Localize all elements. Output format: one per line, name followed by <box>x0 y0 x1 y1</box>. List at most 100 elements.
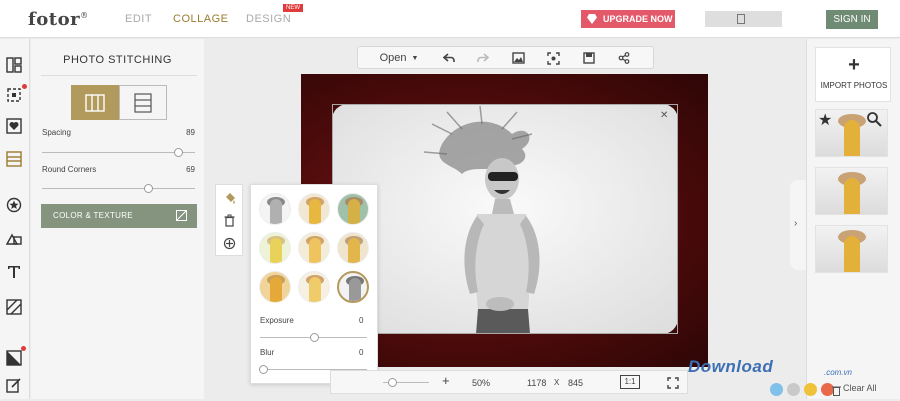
redo-icon[interactable] <box>476 51 490 65</box>
share-icon[interactable] <box>617 51 631 65</box>
background-pattern-icon[interactable] <box>5 298 23 316</box>
color-texture-button[interactable]: COLOR & TEXTURE <box>41 204 197 228</box>
canvas-toolbar: Open ▼ <box>357 46 654 69</box>
filter-thumb[interactable] <box>259 232 291 264</box>
photo-thumbnail[interactable]: ★ <box>815 109 888 157</box>
fotor-logo[interactable]: fotor® <box>28 9 89 30</box>
new-badge: NEW <box>283 4 303 12</box>
filter-thumb[interactable] <box>298 271 330 303</box>
collapse-right-panel[interactable]: › <box>790 180 806 270</box>
horizontal-rows-button[interactable] <box>119 85 167 120</box>
photo-thumbnail[interactable] <box>815 167 888 215</box>
notification-dot <box>22 84 27 89</box>
sign-in-button[interactable]: SIGN IN <box>826 10 878 29</box>
photo-thumbnail[interactable] <box>815 225 888 273</box>
text-icon[interactable] <box>5 263 23 281</box>
nav-edit[interactable]: EDIT <box>125 13 152 25</box>
blur-slider-knob[interactable] <box>259 365 269 374</box>
round-corners-slider-knob[interactable] <box>143 184 153 193</box>
open-label: Open <box>379 52 407 64</box>
filter-thumb[interactable] <box>337 193 369 225</box>
panel-title: PHOTO STITCHING <box>63 54 172 66</box>
spacing-slider[interactable] <box>42 148 195 157</box>
diamond-icon <box>587 14 597 24</box>
zoom-slider[interactable] <box>383 378 429 387</box>
upgrade-now-button[interactable]: UPGRADE NOW <box>581 10 675 28</box>
exposure-slider-knob[interactable] <box>309 333 319 342</box>
trash-icon[interactable] <box>832 383 841 401</box>
open-dropdown[interactable]: Open ▼ <box>376 51 422 65</box>
divider <box>41 75 197 76</box>
crosshair-icon[interactable] <box>223 237 236 255</box>
filter-thumb[interactable] <box>259 193 291 225</box>
nav-collage[interactable]: COLLAGE <box>173 13 228 25</box>
document-icon <box>737 14 745 24</box>
sticker-star-icon[interactable] <box>5 196 23 214</box>
round-corners-slider[interactable] <box>42 184 195 193</box>
exposure-slider[interactable] <box>260 333 367 342</box>
left-icon-bar <box>0 39 30 399</box>
exposure-value: 0 <box>359 316 364 325</box>
image-icon[interactable] <box>511 51 525 65</box>
color-dot <box>770 383 783 396</box>
edit-note-icon[interactable] <box>5 376 23 394</box>
photo-stitching-panel: PHOTO STITCHING Spacing 89 Round Corners… <box>31 39 204 399</box>
import-photos-button[interactable]: + IMPORT PHOTOS <box>815 47 891 102</box>
close-icon[interactable]: ✕ <box>660 110 668 121</box>
clear-all-button[interactable]: Clear All <box>843 383 877 393</box>
star-icon[interactable]: ★ <box>818 110 832 130</box>
notification-dot <box>21 346 26 351</box>
zoom-bar: + 50% 1178 X 845 1:1 <box>330 370 688 394</box>
actual-size-button[interactable]: 1:1 <box>620 375 640 389</box>
filter-thumb[interactable] <box>337 232 369 264</box>
canvas-height: 845 <box>568 378 584 388</box>
spacing-value: 89 <box>186 128 195 137</box>
dimension-separator: X <box>554 378 560 387</box>
magnify-icon[interactable] <box>866 111 882 132</box>
crop-corner-icon[interactable] <box>5 349 23 367</box>
document-button[interactable] <box>705 11 782 27</box>
zoom-in-button[interactable]: + <box>442 373 450 388</box>
photo-stitching-icon[interactable] <box>5 150 23 168</box>
blur-label: Blur <box>260 348 275 357</box>
top-bar: fotor® EDIT COLLAGE DESIGN NEW UPGRADE N… <box>0 0 900 38</box>
zoom-percent: 50% <box>472 378 491 388</box>
filter-thumb-selected[interactable] <box>337 271 369 303</box>
texture-icon <box>176 210 187 221</box>
trash-icon[interactable] <box>223 214 236 232</box>
save-icon[interactable] <box>582 51 596 65</box>
paint-bucket-icon[interactable] <box>223 192 236 210</box>
canvas-width: 1178 <box>527 378 547 388</box>
color-texture-label: COLOR & TEXTURE <box>53 211 133 220</box>
screenshot-icon[interactable] <box>546 51 560 65</box>
caret-down-icon: ▼ <box>411 54 419 62</box>
nav-design[interactable]: DESIGN <box>246 13 291 25</box>
upgrade-label: UPGRADE NOW <box>603 14 673 24</box>
spacing-label: Spacing <box>42 128 71 137</box>
filter-thumb[interactable] <box>298 232 330 264</box>
spacing-slider-knob[interactable] <box>174 148 184 157</box>
watermark-domain: .com.vn <box>824 368 853 377</box>
color-dot <box>804 383 817 396</box>
layout-grid-icon[interactable] <box>5 56 23 74</box>
freestyle-icon[interactable] <box>5 86 23 104</box>
filter-popup: Exposure 0 Blur 0 <box>250 184 378 384</box>
download-watermark: Download <box>688 357 774 376</box>
photo-tools-column <box>215 184 243 256</box>
fullscreen-icon[interactable] <box>667 376 679 394</box>
round-corners-value: 69 <box>186 165 195 174</box>
color-dot <box>787 383 800 396</box>
exposure-label: Exposure <box>260 316 294 325</box>
vertical-columns-button[interactable] <box>71 85 119 120</box>
chevron-right-icon: › <box>794 218 798 229</box>
filter-thumb[interactable] <box>259 271 291 303</box>
heart-frame-icon[interactable] <box>5 117 23 135</box>
filter-thumb[interactable] <box>298 193 330 225</box>
zoom-slider-knob[interactable] <box>388 378 398 387</box>
round-corners-label: Round Corners <box>42 165 97 174</box>
photo-selection-frame <box>332 104 678 334</box>
import-photos-label: IMPORT PHOTOS <box>820 81 888 90</box>
shapes-icon[interactable] <box>5 230 23 248</box>
undo-icon[interactable] <box>442 51 456 65</box>
plus-icon: + <box>848 54 860 76</box>
